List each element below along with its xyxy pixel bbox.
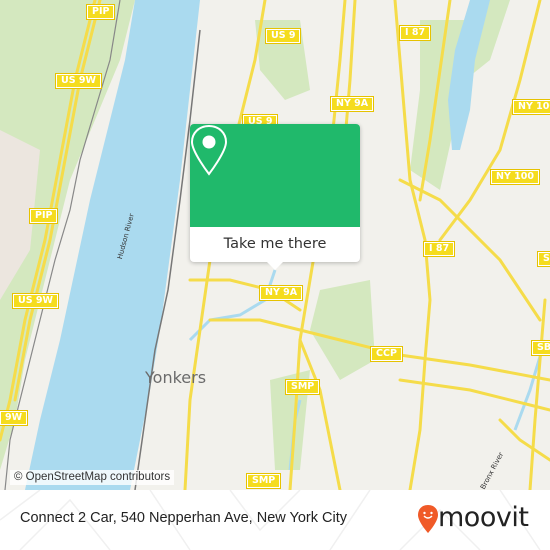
location-popup: Take me there bbox=[190, 124, 360, 270]
footer: Connect 2 Car, 540 Nepperhan Ave, New Yo… bbox=[0, 490, 550, 550]
map[interactable]: Hudson River Bronx River Yonkers PIP US … bbox=[0, 0, 550, 490]
road-shield: I 87 bbox=[422, 241, 456, 257]
park-area bbox=[310, 280, 375, 380]
moovit-wordmark: moovit bbox=[438, 502, 529, 533]
road-shield: SB bbox=[530, 340, 550, 356]
road-shield: US 9W bbox=[55, 73, 102, 89]
road-shield: PIP bbox=[85, 4, 116, 20]
road-shield: NY 100 bbox=[490, 169, 540, 185]
road-shield: NY 9A bbox=[329, 96, 375, 112]
road-shield: NY 100 bbox=[512, 99, 550, 115]
popup-tail bbox=[267, 262, 283, 270]
location-title: Connect 2 Car, 540 Nepperhan Ave, New Yo… bbox=[20, 510, 347, 526]
road-shield: SMP bbox=[284, 379, 321, 395]
map-pin-icon bbox=[190, 124, 228, 176]
map-attribution[interactable]: © OpenStreetMap contributors bbox=[10, 470, 175, 485]
moovit-pin-icon bbox=[418, 505, 438, 533]
road-shield: CCP bbox=[370, 346, 403, 362]
road-shield: SB bbox=[536, 251, 550, 267]
attribution-text: © OpenStreetMap contributors bbox=[14, 471, 171, 483]
take-me-there-button[interactable]: Take me there bbox=[190, 227, 360, 261]
popup-header bbox=[190, 124, 360, 227]
road-shield: SMP bbox=[245, 473, 282, 489]
road-shield: PIP bbox=[28, 208, 59, 224]
road-shield: US 9 bbox=[264, 28, 302, 44]
road-shield: 9W bbox=[0, 410, 29, 426]
place-label-yonkers: Yonkers bbox=[145, 368, 207, 387]
road-shield: I 87 bbox=[398, 25, 432, 41]
road-shield: NY 9A bbox=[258, 285, 304, 301]
road-shield: US 9W bbox=[12, 293, 59, 309]
